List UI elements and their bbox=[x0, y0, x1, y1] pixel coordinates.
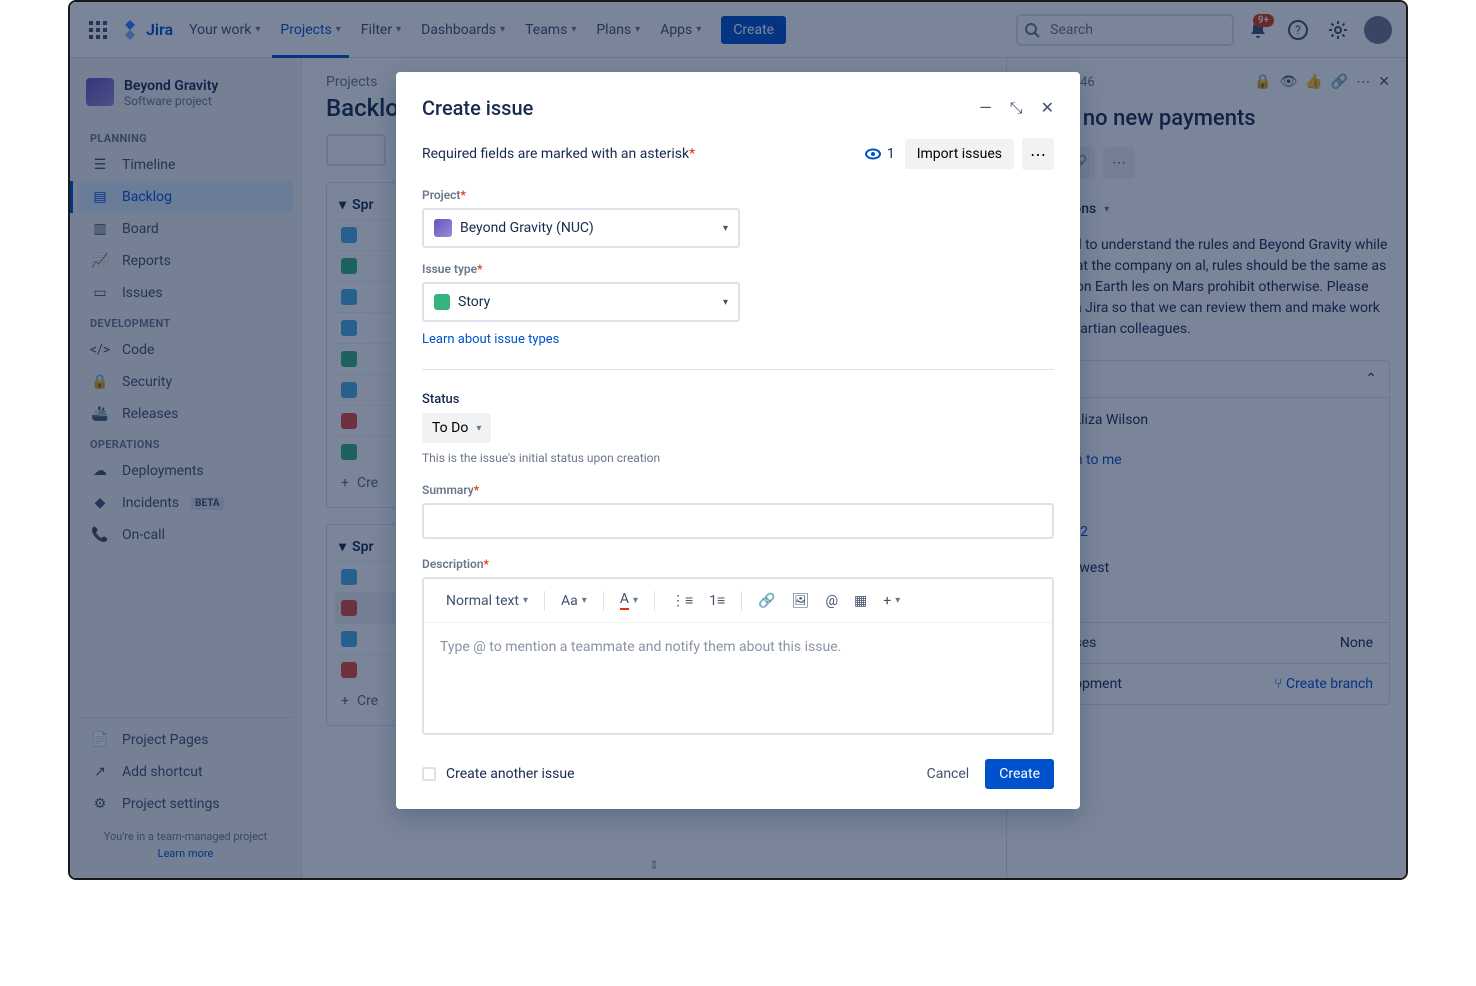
learn-issue-types-link[interactable]: Learn about issue types bbox=[422, 332, 559, 347]
import-issues-button[interactable]: Import issues bbox=[905, 139, 1014, 169]
description-textarea[interactable]: Type @ to mention a teammate and notify … bbox=[424, 623, 1052, 733]
plus-dropdown[interactable]: +▾ bbox=[877, 589, 906, 613]
cancel-button[interactable]: Cancel bbox=[927, 766, 970, 782]
status-select[interactable]: To Do▾ bbox=[422, 413, 491, 443]
create-issue-modal: Create issue — ⤡ ✕ Required fields are m… bbox=[396, 72, 1080, 809]
close-icon[interactable]: ✕ bbox=[1041, 98, 1054, 118]
more-icon[interactable]: ⋯ bbox=[1022, 138, 1054, 170]
project-icon bbox=[434, 219, 452, 237]
status-help: This is the issue's initial status upon … bbox=[422, 451, 1054, 465]
table-icon[interactable]: ▦ bbox=[848, 589, 873, 613]
create-submit-button[interactable]: Create bbox=[985, 759, 1054, 789]
required-note: Required fields are marked with an aster… bbox=[422, 146, 695, 162]
status-label: Status bbox=[422, 392, 1054, 407]
text-color-dropdown[interactable]: A▾ bbox=[614, 587, 644, 614]
numbered-list-icon[interactable]: 1≡ bbox=[703, 588, 731, 613]
minimize-icon[interactable]: — bbox=[979, 98, 992, 118]
description-editor: Normal text▾ Aa▾ A▾ ⋮≡ 1≡ 🔗 🖼 @ ▦ +▾ Typ… bbox=[422, 577, 1054, 735]
create-another-checkbox[interactable]: Create another issue bbox=[422, 766, 575, 782]
text-format-dropdown[interactable]: Aa▾ bbox=[555, 589, 593, 613]
mention-icon[interactable]: @ bbox=[819, 589, 844, 613]
chevron-down-icon: ▾ bbox=[476, 423, 481, 434]
description-label: Description* bbox=[422, 557, 1054, 571]
image-icon[interactable]: 🖼 bbox=[786, 589, 816, 613]
checkbox-icon bbox=[422, 767, 436, 781]
summary-label: Summary* bbox=[422, 483, 1054, 497]
modal-title: Create issue bbox=[422, 96, 533, 120]
project-select[interactable]: Beyond Gravity (NUC) ▾ bbox=[422, 208, 740, 248]
watchers-count[interactable]: 1 bbox=[865, 146, 895, 162]
text-style-dropdown[interactable]: Normal text▾ bbox=[440, 589, 534, 613]
summary-input[interactable] bbox=[422, 503, 1054, 539]
issuetype-label: Issue type* bbox=[422, 262, 1054, 276]
link-icon[interactable]: 🔗 bbox=[752, 589, 781, 613]
chevron-down-icon: ▾ bbox=[723, 297, 728, 308]
issuetype-select[interactable]: Story ▾ bbox=[422, 282, 740, 322]
chevron-down-icon: ▾ bbox=[723, 223, 728, 234]
bullet-list-icon[interactable]: ⋮≡ bbox=[665, 588, 699, 613]
project-label: Project* bbox=[422, 188, 1054, 202]
story-icon bbox=[434, 294, 450, 310]
resize-icon[interactable]: ⤡ bbox=[1010, 98, 1023, 118]
